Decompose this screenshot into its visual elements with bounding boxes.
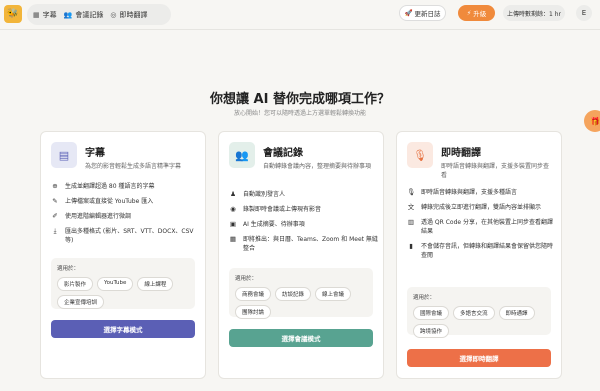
speaker-icon: ♟ <box>230 190 236 198</box>
record-icon: ◉ <box>230 205 236 213</box>
avatar[interactable]: E <box>576 5 592 21</box>
translate-icon: 文 <box>407 203 415 211</box>
use-case-tag: 線上會議 <box>315 287 352 301</box>
card-title: 會議記錄 <box>263 148 303 159</box>
use-case-label: 適用於： <box>413 295 436 301</box>
changelog-button[interactable]: 🚀 更新日誌 <box>399 5 446 21</box>
feature-text: 不會儲存音訊，但轉錄和翻譯結果會保留供您隨時查閱 <box>421 243 554 259</box>
upgrade-label: 升級 <box>473 10 487 18</box>
live-translate-mode-card: 🎙 即時翻譯 即時語音轉錄與翻譯，支援多裝置同步查看 🎙 即時語音轉錄與翻譯，支援… <box>396 131 562 379</box>
feature-item: ⤓ 匯出多種格式 (影片、SRT、VTT、DOCX、CSV 等) <box>51 227 201 245</box>
changelog-label: 更新日誌 <box>414 10 441 18</box>
feature-text: 即將推出：與日曆、Teams、Zoom 和 Meet 無縫整合 <box>243 236 378 252</box>
nav-item-live-translate[interactable]: ◎ 即時翻譯 <box>110 10 147 20</box>
use-case-tag: 企業宣傳培訓 <box>57 295 105 309</box>
feature-text: 轉錄完成後立即進行翻譯，雙語內容並排顯示 <box>421 204 542 211</box>
feature-item: ✐ 使用進階編輯器進行微調 <box>51 212 201 221</box>
calendar-icon: ▦ <box>229 235 237 243</box>
card-description: 為您的影音輕鬆生成多語言精準字幕 <box>85 163 182 170</box>
rocket-icon: 🚀 <box>404 9 413 17</box>
card-header: 👥 會議記錄 自動轉錄會議內容，整理摘要與待辦事項 <box>229 142 375 171</box>
feature-text: 使用進階編輯器進行微調 <box>65 213 132 220</box>
use-case-tag: 跨境協作 <box>413 324 450 338</box>
use-case-tag: YouTube <box>97 277 134 291</box>
feature-item: ▮ 不會儲存音訊，但轉錄和翻譯結果會保留供您隨時查閱 <box>407 242 557 260</box>
edit-icon: ✐ <box>52 212 58 220</box>
feature-text: 透過 QR Code 分享，在其他裝置上同步查看翻譯結果 <box>421 219 553 235</box>
microphone-icon: 🎙 <box>407 142 433 168</box>
qr-code-icon: ▥ <box>407 218 415 226</box>
subtitle-icon: ▤ <box>51 142 77 168</box>
card-header: ▤ 字幕 為您的影音輕鬆生成多語言精準字幕 <box>51 142 197 171</box>
feature-list: ⊕ 生成並翻譯超過 80 種語言的字幕 ✎ 上傳檔案或直接從 YouTube 匯入 … <box>51 182 201 251</box>
feature-text: 上傳檔案或直接從 YouTube 匯入 <box>65 198 154 205</box>
use-case-tag: 線上課程 <box>137 277 174 291</box>
page-subtitle: 放心開始！您可以隨時透過上方選單輕鬆轉換功能 <box>233 110 366 117</box>
nav-item-label: 即時翻譯 <box>119 10 148 19</box>
feature-item: ▣ AI 生成摘要、待辦事項 <box>229 220 379 229</box>
upload-quota-badge: 上傳時數剩餘：1 hr <box>503 5 565 21</box>
use-case-box: 適用於： 商務會議 訪談記錄 線上會議 團隊討論 <box>229 268 373 319</box>
people-icon: 👥 <box>63 10 73 19</box>
feature-item: ⊕ 生成並翻譯超過 80 種語言的字幕 <box>51 182 201 191</box>
app-logo-icon[interactable]: 🐝 <box>4 5 22 23</box>
use-case-tag: 即時通譯 <box>498 306 535 320</box>
card-title: 即時翻譯 <box>441 148 481 159</box>
lightning-icon: ⚡ <box>466 9 472 17</box>
card-description: 自動轉錄會議內容，整理摘要與待辦事項 <box>263 163 372 170</box>
upgrade-button[interactable]: ⚡ 升級 <box>458 5 495 21</box>
select-meeting-mode-button[interactable]: 選擇會議模式 <box>229 329 373 347</box>
feature-list: ♟ 自動識別發言人 ◉ 錄製即時會議或上傳現有影音 ▣ AI 生成摘要、待辦事項 ▦ 即… <box>229 190 379 259</box>
feature-text: 匯出多種格式 (影片、SRT、VTT、DOCX、CSV 等) <box>65 228 194 244</box>
feature-text: 錄製即時會議或上傳現有影音 <box>243 206 322 213</box>
card-description: 即時語音轉錄與翻譯，支援多裝置同步查看 <box>441 163 550 179</box>
mode-nav: ▦ 字幕 👥 會議記錄 ◎ 即時翻譯 <box>27 4 171 25</box>
feature-item: ✎ 上傳檔案或直接從 YouTube 匯入 <box>51 197 201 206</box>
subtitle-icon: ▦ <box>33 10 40 19</box>
gift-icon[interactable]: 🎁 <box>584 110 600 132</box>
meeting-mode-card: 👥 會議記錄 自動轉錄會議內容，整理摘要與待辦事項 ♟ 自動識別發言人 ◉ 錄製即時… <box>218 131 384 379</box>
use-case-tag: 國際會議 <box>413 306 450 320</box>
feature-item: ◉ 錄製即時會議或上傳現有影音 <box>229 205 379 214</box>
feature-item: 文轉錄完成後立即進行翻譯，雙語內容並排顯示 <box>407 203 557 212</box>
globe-icon: ◎ <box>110 10 117 19</box>
feature-text: 生成並翻譯超過 80 種語言的字幕 <box>65 183 155 190</box>
page-title: 你想讓 AI 替你完成哪項工作？ <box>210 92 390 107</box>
use-case-tag: 團隊討論 <box>235 305 272 319</box>
card-title: 字幕 <box>85 148 105 159</box>
feature-text: AI 生成摘要、待辦事項 <box>243 221 305 228</box>
header-divider <box>0 29 600 30</box>
link-icon: ✎ <box>52 197 58 205</box>
nav-item-label: 會議記錄 <box>75 10 104 19</box>
bookmark-icon: ▮ <box>409 242 413 250</box>
use-case-label: 適用於： <box>235 276 258 282</box>
select-live-translate-button[interactable]: 選擇即時翻譯 <box>407 349 551 367</box>
feature-item: ▦ 即將推出：與日曆、Teams、Zoom 和 Meet 無縫整合 <box>229 235 379 253</box>
subtitle-mode-card: ▤ 字幕 為您的影音輕鬆生成多語言精準字幕 ⊕ 生成並翻譯超過 80 種語言的字幕… <box>40 131 206 379</box>
use-case-tag: 商務會議 <box>235 287 272 301</box>
use-case-label: 適用於： <box>57 266 80 272</box>
top-bar: 🐝 ▦ 字幕 👥 會議記錄 ◎ 即時翻譯 🚀 更新日誌 ⚡ 升級 上傳時數剩餘：… <box>0 0 600 29</box>
download-icon: ⤓ <box>53 227 57 235</box>
globe-icon: ⊕ <box>52 182 58 190</box>
use-case-tag: 訪談記錄 <box>275 287 312 301</box>
feature-item: 🎙 即時語音轉錄與翻譯，支援多種語言 <box>407 188 557 197</box>
feature-text: 自動識別發言人 <box>243 191 286 198</box>
use-case-box: 適用於： 國際會議 多語言交流 即時通譯 跨境協作 <box>407 287 551 338</box>
feature-text: 即時語音轉錄與翻譯，支援多種語言 <box>421 189 518 196</box>
people-icon: 👥 <box>229 142 255 168</box>
card-header: 🎙 即時翻譯 即時語音轉錄與翻譯，支援多裝置同步查看 <box>407 142 553 180</box>
feature-item: ▥ 透過 QR Code 分享，在其他裝置上同步查看翻譯結果 <box>407 218 557 236</box>
use-case-tag: 多語言交流 <box>453 306 495 320</box>
nav-item-subtitles[interactable]: ▦ 字幕 <box>33 10 57 20</box>
nav-item-meeting[interactable]: 👥 會議記錄 <box>64 10 104 20</box>
nav-item-label: 字幕 <box>42 10 57 19</box>
feature-list: 🎙 即時語音轉錄與翻譯，支援多種語言 文轉錄完成後立即進行翻譯，雙語內容並排顯示 … <box>407 188 557 266</box>
summary-icon: ▣ <box>229 220 237 228</box>
select-subtitle-mode-button[interactable]: 選擇字幕模式 <box>51 320 195 338</box>
feature-item: ♟ 自動識別發言人 <box>229 190 379 199</box>
use-case-tag: 影片製作 <box>57 277 94 291</box>
microphone-icon: 🎙 <box>407 188 416 196</box>
use-case-box: 適用於： 影片製作 YouTube 線上課程 企業宣傳培訓 <box>51 258 195 309</box>
